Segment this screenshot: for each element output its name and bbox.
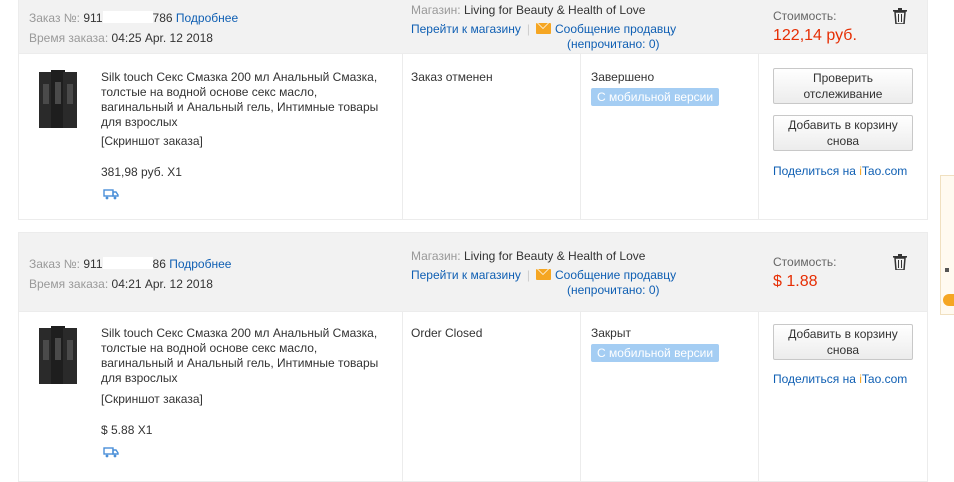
go-to-store-link[interactable]: Перейти к магазину <box>411 268 521 282</box>
order-time-label: Время заказа: <box>29 277 109 291</box>
mobile-version-badge: С мобильной версии <box>591 344 720 362</box>
product-title[interactable]: Silk touch Секс Смазка 200 мл Анальный С… <box>101 70 391 130</box>
store-label: Магазин: <box>411 249 461 263</box>
unread-count-link[interactable]: (непрочитано: 0) <box>567 37 660 51</box>
store-info: Магазин: Living for Beauty & Health of L… <box>411 3 676 51</box>
product-thumbnail[interactable] <box>33 324 93 386</box>
order-time-value: 04:21 Apr. 12 2018 <box>111 277 213 291</box>
column-divider <box>402 54 403 219</box>
truck-icon <box>103 189 119 200</box>
trash-icon[interactable] <box>893 254 907 270</box>
product-thumbnail[interactable] <box>33 68 93 130</box>
order-number-end: 786 <box>152 11 173 25</box>
column-divider <box>402 312 403 481</box>
mobile-version-badge: С мобильной версии <box>591 88 720 106</box>
order-body: Silk touch Секс Смазка 200 мл Анальный С… <box>18 54 928 220</box>
column-divider <box>580 54 581 219</box>
column-divider <box>580 312 581 481</box>
truck-icon <box>103 447 119 458</box>
order-time-row: Время заказа: 04:21 Apr. 12 2018 <box>29 277 213 291</box>
order-number-end: 86 <box>152 257 166 271</box>
order-number-row: Заказ №: 911 786 Подробнее <box>29 11 238 25</box>
cost-label: Стоимость: <box>773 9 837 23</box>
cost-value: 122,14 руб. <box>773 27 857 44</box>
check-tracking-button[interactable]: Проверить отслеживание <box>773 68 913 104</box>
screenshot-link[interactable]: [Скриншот заказа] <box>101 134 203 148</box>
product-title[interactable]: Silk touch Секс Смазка 200 мл Анальный С… <box>101 326 391 386</box>
coin-icon <box>943 294 954 306</box>
price-quantity: 381,98 руб. X1 <box>101 165 182 179</box>
store-info: Магазин: Living for Beauty & Health of L… <box>411 249 676 297</box>
order-body: Silk touch Секс Смазка 200 мл Анальный С… <box>18 312 928 482</box>
trash-icon[interactable] <box>893 8 907 24</box>
store-label: Магазин: <box>411 3 461 17</box>
mail-icon <box>536 269 551 280</box>
separator: | <box>526 22 530 36</box>
mail-icon <box>536 23 551 34</box>
cost-value: $ 1.88 <box>773 273 818 290</box>
details-link[interactable]: Подробнее <box>169 257 231 271</box>
cost-block: Стоимость: 122,14 руб. <box>773 9 857 45</box>
order-status: Заказ отменен <box>411 70 493 84</box>
order-number-start: 911 <box>83 11 103 25</box>
message-seller-link[interactable]: Сообщение продавцу <box>555 268 676 282</box>
order-time-label: Время заказа: <box>29 31 109 45</box>
column-divider <box>758 54 759 219</box>
column-divider <box>758 312 759 481</box>
price-quantity: $ 5.88 X1 <box>101 423 153 437</box>
share-prefix: Поделиться на <box>773 372 860 386</box>
cost-label: Стоимость: <box>773 255 837 269</box>
add-to-cart-again-button[interactable]: Добавить в корзину снова <box>773 324 913 360</box>
store-name: Living for Beauty & Health of Love <box>463 249 646 263</box>
order-header: Заказ №: 911 786 Подробнее Время заказа: … <box>18 0 928 54</box>
order-time-value: 04:25 Apr. 12 2018 <box>111 31 213 45</box>
store-name: Living for Beauty & Health of Love <box>463 3 646 17</box>
share-itao-link[interactable]: Поделиться на iTao.com <box>773 372 907 386</box>
cost-block: Стоимость: $ 1.88 <box>773 255 836 291</box>
share-prefix: Поделиться на <box>773 164 860 178</box>
order-number-label: Заказ №: <box>29 11 81 25</box>
share-suffix: Tao.com <box>861 372 908 386</box>
order-number-start: 911 <box>83 257 103 271</box>
order-state: Завершено <box>591 70 655 84</box>
screenshot-link[interactable]: [Скриншот заказа] <box>101 392 203 406</box>
redacted-mask <box>102 257 153 269</box>
order-header: Заказ №: 911 86 Подробнее Время заказа: 0… <box>18 232 928 312</box>
separator: | <box>526 268 530 282</box>
details-link[interactable]: Подробнее <box>176 11 238 25</box>
product-title-link[interactable]: Silk touch Секс Смазка 200 мл Анальный С… <box>101 326 378 385</box>
unread-count-link[interactable]: (непрочитано: 0) <box>567 283 660 297</box>
share-itao-link[interactable]: Поделиться на iTao.com <box>773 164 907 178</box>
message-seller-link[interactable]: Сообщение продавцу <box>555 22 676 36</box>
add-to-cart-again-button[interactable]: Добавить в корзину снова <box>773 115 913 151</box>
order-status: Order Closed <box>411 326 483 340</box>
order-number-label: Заказ №: <box>29 257 81 271</box>
order-number-row: Заказ №: 911 86 Подробнее <box>29 257 231 271</box>
share-suffix: Tao.com <box>861 164 908 178</box>
tab-dot <box>945 268 949 272</box>
order-time-row: Время заказа: 04:25 Apr. 12 2018 <box>29 31 213 45</box>
side-feedback-tab[interactable] <box>940 175 954 315</box>
redacted-mask <box>102 11 153 23</box>
product-title-link[interactable]: Silk touch Секс Смазка 200 мл Анальный С… <box>101 70 378 129</box>
order-state: Закрыт <box>591 326 631 340</box>
go-to-store-link[interactable]: Перейти к магазину <box>411 22 521 36</box>
